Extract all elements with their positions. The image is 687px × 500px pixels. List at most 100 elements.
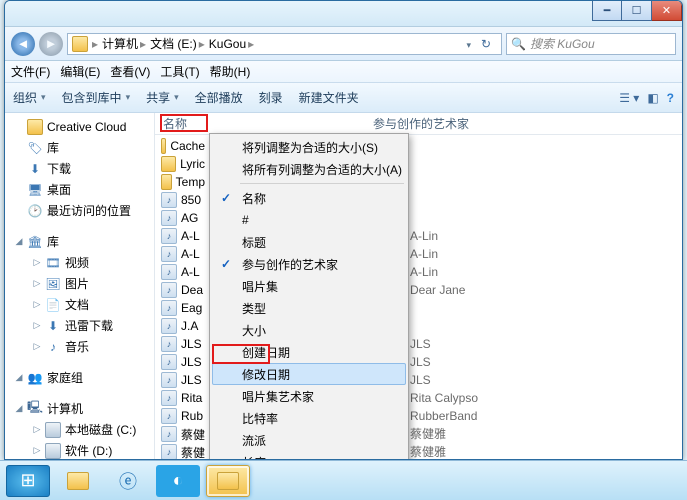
organize-button[interactable]: 组织 — [13, 89, 46, 106]
file-row[interactable]: ♪ Dea — [155, 281, 205, 299]
ctx-col-length[interactable]: 长度 — [212, 451, 406, 459]
file-row[interactable]: ♪AG — [155, 209, 205, 227]
ctx-col-hash[interactable]: # — [212, 209, 406, 231]
sidebar-item-xunlei[interactable]: ▷⬇迅雷下载 — [5, 315, 154, 336]
file-row[interactable]: ♪850 — [155, 191, 205, 209]
start-button[interactable]: ⊞ — [6, 465, 50, 497]
taskbar-folder-icon[interactable] — [56, 465, 100, 497]
artist-cell — [410, 317, 672, 335]
forward-button[interactable]: ► — [39, 32, 63, 56]
include-lib-button[interactable]: 包含到库中 — [62, 89, 131, 106]
breadcrumb[interactable]: 文档 (E:) ▸ — [150, 35, 205, 52]
file-name: 850 — [181, 193, 201, 207]
sidebar-homegroup[interactable]: ◢👥家庭组 — [5, 367, 154, 388]
file-row[interactable]: ♪Rub — [155, 407, 205, 425]
file-row[interactable]: ♪JLS — [155, 371, 205, 389]
help-icon[interactable]: ? — [667, 91, 674, 105]
audio-file-icon: ♪ — [161, 210, 177, 226]
taskbar-explorer-active[interactable] — [206, 465, 250, 497]
taskbar-ie-icon[interactable]: ⓔ — [106, 465, 150, 497]
menu-file[interactable]: 文件(F) — [11, 63, 50, 80]
sidebar-item-drive-c[interactable]: ▷本地磁盘 (C:) — [5, 419, 154, 440]
sidebar-item-creative-cloud[interactable]: Creative Cloud — [5, 117, 154, 137]
file-name: Eag — [181, 301, 202, 315]
ctx-col-bitrate[interactable]: 比特率 — [212, 407, 406, 429]
ctx-col-album[interactable]: 唱片集 — [212, 275, 406, 297]
audio-file-icon: ♪ — [161, 246, 177, 262]
sidebar-item-desktop[interactable]: 🖥桌面 — [5, 179, 154, 200]
file-row[interactable]: ♪JLS — [155, 335, 205, 353]
ctx-col-type[interactable]: 类型 — [212, 297, 406, 319]
maximize-button[interactable]: ☐ — [622, 1, 652, 21]
file-name: Cache — [170, 139, 205, 153]
ctx-col-album-artist[interactable]: 唱片集艺术家 — [212, 385, 406, 407]
new-folder-button[interactable]: 新建文件夹 — [299, 89, 359, 106]
sidebar-item-drive-d[interactable]: ▷软件 (D:) — [5, 440, 154, 459]
addr-dropdown-icon[interactable] — [466, 37, 471, 51]
ctx-fit-all-columns[interactable]: 将所有列调整为合适的大小(A) — [212, 158, 406, 180]
titlebar[interactable]: ━ ☐ ✕ — [5, 1, 682, 27]
taskbar-kugou-icon[interactable]: ◐ — [156, 465, 200, 497]
audio-file-icon: ♪ — [161, 282, 177, 298]
search-input[interactable]: 🔍 搜索 KuGou — [506, 33, 676, 55]
menu-edit[interactable]: 编辑(E) — [60, 63, 100, 80]
artist-cell — [410, 173, 672, 191]
view-mode-icon[interactable]: ☰ ▾ — [619, 91, 639, 105]
menu-tools[interactable]: 工具(T) — [160, 63, 199, 80]
sidebar-item-recent[interactable]: 🕑最近访问的位置 — [5, 200, 154, 221]
address-bar[interactable]: ▸ 计算机 ▸ 文档 (E:) ▸ KuGou ▸ ↻ — [67, 33, 502, 55]
sidebar-item-video[interactable]: ▷🎞视频 — [5, 252, 154, 273]
sidebar-item-pictures[interactable]: ▷🖼图片 — [5, 273, 154, 294]
file-row[interactable]: ♪Eag — [155, 299, 205, 317]
burn-button[interactable]: 刻录 — [259, 89, 283, 106]
sidebar-item-documents[interactable]: ▷📄文档 — [5, 294, 154, 315]
ctx-fit-column[interactable]: 将列调整为合适的大小(S) — [212, 136, 406, 158]
sidebar-libraries[interactable]: ◢🏛库 — [5, 231, 154, 252]
breadcrumb[interactable]: 计算机 ▸ — [102, 35, 146, 52]
breadcrumb[interactable]: KuGou ▸ — [209, 37, 254, 51]
file-name: Dea — [181, 283, 203, 297]
column-context-menu: 将列调整为合适的大小(S) 将所有列调整为合适的大小(A) ✓名称 # 标题 ✓… — [209, 133, 409, 459]
file-name: JLS — [181, 355, 202, 369]
file-row[interactable]: ♪A-L — [155, 227, 205, 245]
artist-cell — [410, 299, 672, 317]
explorer-window: ━ ☐ ✕ ◄ ► ▸ 计算机 ▸ 文档 (E:) ▸ KuGou ▸ ↻ 🔍 … — [4, 0, 683, 460]
file-row[interactable]: ♪蔡健 — [155, 443, 205, 459]
file-row[interactable]: ♪ A-L — [155, 245, 205, 263]
play-all-button[interactable]: 全部播放 — [195, 89, 243, 106]
column-header-name[interactable]: 名称 — [163, 115, 373, 132]
nav-sidebar: Creative Cloud 🏷库 ⬇下载 🖥桌面 🕑最近访问的位置 ◢🏛库 ▷… — [5, 113, 155, 459]
toolbar: 组织 包含到库中 共享 全部播放 刻录 新建文件夹 ☰ ▾ ◧ ? — [5, 83, 682, 113]
file-row[interactable]: ♪A-L — [155, 263, 205, 281]
file-row[interactable]: Lyric — [155, 155, 205, 173]
back-button[interactable]: ◄ — [11, 32, 35, 56]
sidebar-item-downloads[interactable]: ⬇下载 — [5, 158, 154, 179]
file-row[interactable]: ♪JLS — [155, 353, 205, 371]
column-header-artist[interactable]: 参与创作的艺术家 — [373, 115, 682, 132]
file-row[interactable]: Cache — [155, 137, 205, 155]
sidebar-item-music[interactable]: ▷♪音乐 — [5, 336, 154, 357]
ctx-col-size[interactable]: 大小 — [212, 319, 406, 341]
menu-help[interactable]: 帮助(H) — [210, 63, 251, 80]
ctx-col-name[interactable]: ✓名称 — [212, 187, 406, 209]
ctx-col-title[interactable]: 标题 — [212, 231, 406, 253]
file-name: A-L — [181, 247, 200, 261]
sidebar-item-lib-fav[interactable]: 🏷库 — [5, 137, 154, 158]
menu-view[interactable]: 查看(V) — [110, 63, 150, 80]
minimize-button[interactable]: ━ — [592, 1, 622, 21]
ctx-col-artist[interactable]: ✓参与创作的艺术家 — [212, 253, 406, 275]
refresh-button[interactable]: ↻ — [475, 37, 497, 51]
file-row[interactable]: ♪J.A — [155, 317, 205, 335]
artist-cell: JLS — [410, 353, 672, 371]
file-row[interactable]: ♪蔡健 — [155, 425, 205, 443]
preview-pane-icon[interactable]: ◧ — [647, 91, 658, 105]
ctx-col-date-modified[interactable]: 修改日期 — [212, 363, 406, 385]
ctx-col-date-created[interactable]: 创建日期 — [212, 341, 406, 363]
close-button[interactable]: ✕ — [652, 1, 682, 21]
share-button[interactable]: 共享 — [146, 89, 179, 106]
file-row[interactable]: ♪Rita — [155, 389, 205, 407]
sidebar-computer[interactable]: ◢🖳计算机 — [5, 398, 154, 419]
ctx-col-genre[interactable]: 流派 — [212, 429, 406, 451]
file-name: Rub — [181, 409, 203, 423]
file-row[interactable]: Temp — [155, 173, 205, 191]
